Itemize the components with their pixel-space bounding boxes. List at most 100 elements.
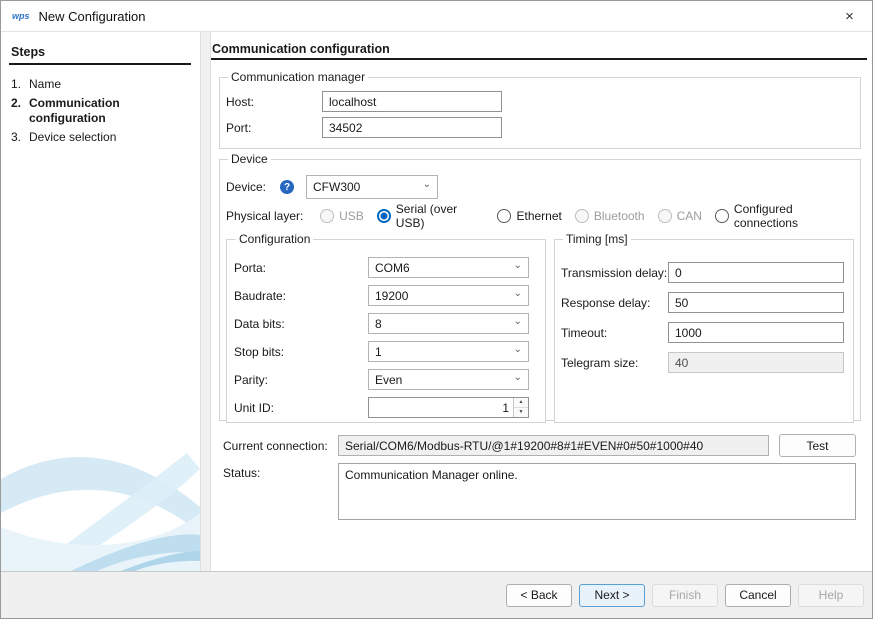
porta-select-value: COM6 (375, 261, 514, 275)
device-label: Device: (226, 180, 278, 194)
data-bits-select-value: 8 (375, 317, 514, 331)
step-label: Communication configuration (29, 96, 179, 126)
chevron-down-icon: ⌄ (514, 289, 522, 299)
transmission-delay-input[interactable] (668, 262, 844, 283)
response-delay-input[interactable] (668, 292, 844, 313)
device-group: Device Device: ? CFW300 ⌄ Physical layer… (219, 152, 861, 421)
close-icon[interactable]: × (827, 1, 872, 32)
parity-row: Parity: Even ⌄ (234, 369, 538, 390)
page-title-rule (211, 58, 867, 60)
unit-id-stepper[interactable]: 1 ▲ ▼ (368, 397, 529, 418)
radio-usb: USB (320, 209, 364, 223)
status-textarea[interactable]: Communication Manager online. (338, 463, 856, 520)
baudrate-select[interactable]: 19200 ⌄ (368, 285, 529, 306)
radio-label: Bluetooth (594, 209, 645, 223)
radio-label: CAN (677, 209, 702, 223)
baudrate-label: Baudrate: (234, 289, 368, 303)
titlebar: wps New Configuration × (1, 1, 872, 32)
timeout-input[interactable] (668, 322, 844, 343)
stop-bits-row: Stop bits: 1 ⌄ (234, 341, 538, 362)
port-label: Port: (226, 121, 322, 135)
radio-label: Configured connections (734, 202, 854, 230)
next-button[interactable]: Next > (579, 584, 645, 607)
step-number: 2. (1, 96, 29, 126)
radio-icon (497, 209, 511, 223)
unit-id-spin-buttons: ▲ ▼ (513, 398, 528, 417)
host-input[interactable] (322, 91, 502, 112)
steps-heading: Steps (11, 45, 200, 59)
chevron-down-icon: ⌄ (514, 261, 522, 271)
cancel-button[interactable]: Cancel (725, 584, 791, 607)
step-number: 3. (1, 130, 29, 145)
wizard-footer: < Back Next > Finish Cancel Help (1, 571, 872, 618)
radio-icon (575, 209, 589, 223)
new-configuration-dialog: wps New Configuration × Steps 1. Name 2.… (0, 0, 873, 619)
physical-layer-row: Physical layer: USB Serial (over USB) (226, 207, 854, 225)
steps-list: 1. Name 2. Communication configuration 3… (1, 77, 200, 145)
telegram-size-row: Telegram size: (561, 352, 847, 373)
data-bits-label: Data bits: (234, 317, 368, 331)
porta-label: Porta: (234, 261, 368, 275)
response-delay-label: Response delay: (561, 296, 668, 310)
test-button[interactable]: Test (779, 434, 856, 457)
main-panel: Communication configuration Communicatio… (211, 32, 872, 571)
radio-icon (658, 209, 672, 223)
baudrate-row: Baudrate: 19200 ⌄ (234, 285, 538, 306)
radio-label: Ethernet (516, 209, 561, 223)
radio-label: Serial (over USB) (396, 202, 485, 230)
stop-bits-select[interactable]: 1 ⌄ (368, 341, 529, 362)
spin-up-icon[interactable]: ▲ (514, 398, 528, 408)
configuration-group: Configuration Porta: COM6 ⌄ Baudrate: 19 (226, 232, 546, 423)
device-select[interactable]: CFW300 ⌄ (306, 175, 438, 199)
unit-id-label: Unit ID: (234, 401, 368, 415)
chevron-down-icon: ⌄ (514, 373, 522, 383)
parity-label: Parity: (234, 373, 368, 387)
radio-label: USB (339, 209, 364, 223)
help-icon[interactable]: ? (280, 180, 294, 194)
page-title: Communication configuration (212, 42, 390, 56)
step-label: Device selection (29, 130, 179, 145)
current-connection-label: Current connection: (223, 439, 338, 453)
transmission-delay-label: Transmission delay: (561, 266, 668, 280)
help-button: Help (798, 584, 864, 607)
data-bits-select[interactable]: 8 ⌄ (368, 313, 529, 334)
radio-selected-icon (377, 209, 391, 223)
host-label: Host: (226, 95, 322, 109)
radio-serial-over-usb[interactable]: Serial (over USB) (377, 202, 485, 230)
spin-down-icon[interactable]: ▼ (514, 408, 528, 417)
physical-layer-radio-group: USB Serial (over USB) Ethernet Blue (320, 202, 854, 230)
telegram-size-input (668, 352, 844, 373)
radio-ethernet[interactable]: Ethernet (497, 209, 561, 223)
radio-configured-connections[interactable]: Configured connections (715, 202, 854, 230)
status-label: Status: (223, 463, 338, 480)
device-group-legend: Device (228, 152, 271, 166)
baudrate-select-value: 19200 (375, 289, 514, 303)
current-connection-field (338, 435, 769, 456)
port-row: Port: (226, 117, 854, 138)
parity-select-value: Even (375, 373, 514, 387)
steps-sidebar: Steps 1. Name 2. Communication configura… (1, 32, 200, 571)
porta-row: Porta: COM6 ⌄ (234, 257, 538, 278)
stop-bits-select-value: 1 (375, 345, 514, 359)
communication-manager-legend: Communication manager (228, 70, 368, 84)
timing-legend: Timing [ms] (563, 232, 631, 246)
decorative-swoosh-graphic (1, 429, 200, 571)
unit-id-row: Unit ID: 1 ▲ ▼ (234, 397, 538, 418)
unit-id-value: 1 (369, 398, 513, 417)
current-connection-row: Current connection: Test (223, 434, 856, 457)
porta-select[interactable]: COM6 ⌄ (368, 257, 529, 278)
window-title: New Configuration (39, 9, 146, 24)
radio-bluetooth: Bluetooth (575, 209, 645, 223)
timeout-label: Timeout: (561, 326, 668, 340)
back-button[interactable]: < Back (506, 584, 572, 607)
port-input[interactable] (322, 117, 502, 138)
radio-can: CAN (658, 209, 702, 223)
response-delay-row: Response delay: (561, 292, 847, 313)
step-number: 1. (1, 77, 29, 92)
timing-group: Timing [ms] Transmission delay: Response… (554, 232, 854, 423)
chevron-down-icon: ⌄ (514, 317, 522, 327)
transmission-delay-row: Transmission delay: (561, 262, 847, 283)
configuration-legend: Configuration (236, 232, 313, 246)
physical-layer-label: Physical layer: (226, 209, 320, 223)
parity-select[interactable]: Even ⌄ (368, 369, 529, 390)
